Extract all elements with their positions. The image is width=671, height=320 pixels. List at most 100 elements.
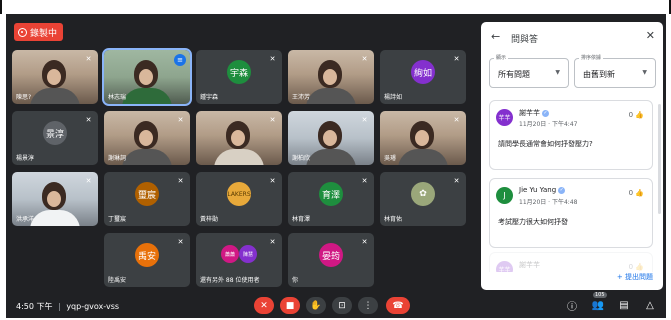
- back-arrow-icon[interactable]: ←: [491, 30, 500, 43]
- activities-button[interactable]: △: [641, 297, 659, 314]
- mic-off-icon: ✕: [361, 238, 368, 246]
- qa-header: ← 問與答 ✕: [481, 22, 663, 52]
- question-author: Jie Yu Yang ✓: [519, 186, 566, 194]
- participant-video: [42, 182, 66, 210]
- raise-hand-button[interactable]: ✋: [306, 297, 326, 314]
- participant-tile[interactable]: 禹安 ✕ 陸禹安: [104, 233, 190, 287]
- participant-tile[interactable]: 絢如 ✕ 楊詩如: [380, 50, 466, 104]
- camera-toggle-button[interactable]: ■: [280, 297, 300, 314]
- avatar: 璽宸: [135, 182, 159, 206]
- dropdown-caret-icon: ▼: [642, 69, 647, 76]
- participant-name: 王沛芳: [292, 94, 311, 101]
- participant-video: [134, 121, 158, 149]
- participant-video: [134, 60, 158, 88]
- participant-tile[interactable]: LAKERS ✕ 黃梓勛: [196, 172, 282, 226]
- participant-video: [318, 60, 342, 88]
- avatar: 芊芊: [496, 261, 513, 272]
- image-avatar: ✿: [411, 182, 435, 206]
- participant-tile[interactable]: ✕ 吳璿: [380, 111, 466, 165]
- mic-off-icon: ✕: [177, 238, 184, 246]
- show-filter-value: 所有問題: [498, 70, 530, 79]
- mic-off-icon: ✕: [177, 116, 184, 124]
- participant-name: 林育佑: [384, 216, 403, 223]
- participant-name: 吳璿: [384, 155, 397, 162]
- participant-tile[interactable]: 璽宸 ✕ 丁璽宸: [104, 172, 190, 226]
- chat-button[interactable]: ▤: [615, 297, 633, 314]
- avatar: 陳慧: [239, 245, 257, 263]
- upvote-button[interactable]: 0 👍: [629, 189, 644, 197]
- meet-window: 錄製中 ✕ 陳思? ≡ 林志瑞 宇森 ✕ 鍾宇森 ✕ 王沛芳 絢如 ✕ 楊詩如 …: [6, 14, 666, 318]
- question-card: 芊芊 謝芊芊 ✓ 11月20日 · 下午4:47 0 👍 請問學長通常會如何抒發壓…: [489, 100, 653, 170]
- participant-tile[interactable]: 宇森 ✕ 鍾宇森: [196, 50, 282, 104]
- record-icon: [18, 27, 27, 37]
- avatar: 晏筠: [319, 243, 343, 267]
- mic-off-icon: ✕: [85, 116, 92, 124]
- participant-name: 林志瑞: [108, 94, 127, 101]
- participant-tile[interactable]: ✕ 謝琳詞: [104, 111, 190, 165]
- mic-toggle-button[interactable]: ✕: [254, 297, 274, 314]
- upvote-button[interactable]: 0 👍: [629, 263, 644, 271]
- qa-panel: ← 問與答 ✕ 顯示 所有問題 ▼ 排序依據 由舊到新 ▼ 芊芊 謝芊芊 ✓ 11…: [481, 22, 663, 290]
- participant-tile[interactable]: ≡ 林志瑞: [102, 48, 192, 106]
- participant-name: 洪承洋: [16, 216, 35, 223]
- meeting-code: yqp-gvox-vss: [66, 302, 120, 311]
- activities-icon: △: [646, 300, 654, 311]
- question-author: 謝芊芊: [519, 261, 540, 269]
- question-author: 謝芊芊 ✓: [519, 109, 549, 117]
- participant-name: 謝柏欣: [292, 155, 311, 162]
- participant-name: 林育澤: [292, 216, 311, 223]
- leave-call-button[interactable]: ☎: [386, 297, 410, 314]
- self-tile[interactable]: 晏筠 ✕ 你: [288, 233, 374, 287]
- close-icon[interactable]: ✕: [646, 29, 655, 42]
- qa-title: 問與答: [511, 35, 539, 45]
- mic-off-icon: ✕: [361, 177, 368, 185]
- upvote-button[interactable]: 0 👍: [629, 111, 644, 119]
- thumbs-up-icon: 👍: [635, 111, 644, 119]
- avatar: J: [496, 187, 513, 204]
- mic-off-icon: ✕: [85, 177, 92, 185]
- ask-question-button[interactable]: + 提出問題: [617, 272, 653, 282]
- avatar: 絢如: [411, 60, 435, 84]
- mic-off-icon: ✕: [85, 55, 92, 63]
- present-button[interactable]: ⊡: [332, 297, 352, 314]
- participant-name: 丁璽宸: [108, 216, 127, 223]
- info-icon: ⓘ: [567, 302, 577, 313]
- meeting-info: 4:50 下午 | yqp-gvox-vss: [16, 302, 120, 311]
- people-icon: 👥: [591, 300, 605, 311]
- participant-tile[interactable]: ✕ 王沛芳: [288, 50, 374, 104]
- participant-name: 謝琳詞: [108, 155, 127, 162]
- participant-tile[interactable]: ✿ ✕ 林育佑: [380, 172, 466, 226]
- show-filter-select[interactable]: 顯示 所有問題 ▼: [489, 54, 569, 88]
- participant-video: [410, 121, 434, 149]
- participant-tile[interactable]: ✕ 陳思?: [12, 50, 98, 104]
- mic-off-icon: ✕: [269, 55, 276, 63]
- sort-value: 由舊到新: [583, 70, 615, 79]
- participant-name: 黃梓勛: [200, 216, 219, 223]
- question-time: 11月20日 · 下午4:47: [519, 121, 578, 128]
- bottom-toolbar: 4:50 下午 | yqp-gvox-vss ✕ ■ ✋ ⊡ ⋮ ☎ ⓘ 105…: [6, 292, 666, 318]
- thumbs-up-icon: 👍: [635, 263, 644, 271]
- scrollbar[interactable]: [658, 104, 661, 214]
- participant-video: [226, 121, 250, 149]
- more-options-button[interactable]: ⋮: [358, 297, 378, 314]
- participant-tile[interactable]: ✕: [196, 111, 282, 165]
- participant-tile[interactable]: ✕ 謝柏欣: [288, 111, 374, 165]
- others-tile[interactable]: 蕭蕭 陳慧 ✕ 還有另外 88 位使用者: [196, 233, 282, 287]
- participant-name: 鍾宇森: [200, 94, 219, 101]
- avatar: 景淳: [43, 121, 67, 145]
- mic-off-icon: ✕: [269, 238, 276, 246]
- participant-video: [42, 60, 66, 88]
- participant-tile[interactable]: 育澤 ✕ 林育澤: [288, 172, 374, 226]
- participant-tile[interactable]: ✕ 洪承洋: [12, 172, 98, 226]
- avatar: 禹安: [135, 243, 159, 267]
- info-button[interactable]: ⓘ: [563, 297, 581, 314]
- sort-select[interactable]: 排序依據 由舊到新 ▼: [574, 54, 656, 88]
- participant-tile[interactable]: 景淳 ✕ 楊景淳: [12, 111, 98, 165]
- recording-badge: 錄製中: [14, 23, 64, 41]
- speaking-icon: ≡: [174, 54, 186, 66]
- hand-icon: ✋: [310, 300, 322, 311]
- avatar: 宇森: [227, 60, 251, 84]
- people-button[interactable]: 105 👥: [589, 292, 607, 314]
- recording-label: 錄製中: [30, 28, 58, 39]
- avatar: 育澤: [319, 182, 343, 206]
